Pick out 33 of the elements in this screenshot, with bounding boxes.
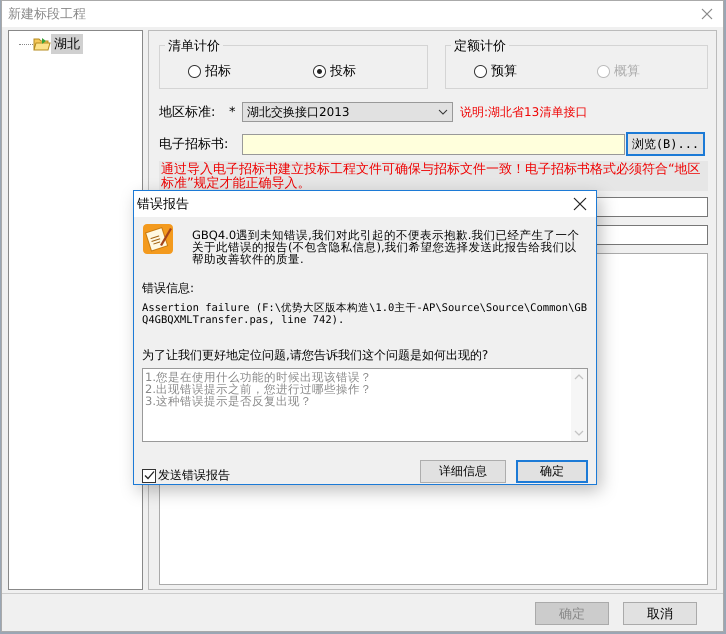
- group-title: 定额计价: [451, 37, 509, 55]
- required-mark: *: [229, 104, 236, 120]
- tree-item[interactable]: 湖北: [51, 34, 83, 54]
- radio-button[interactable]: 预算: [474, 62, 517, 80]
- group-title: 清单计价: [165, 37, 223, 55]
- field-label: 电子招标书:: [159, 136, 230, 153]
- question-text: 为了让我们更好地定位问题,请您告诉我们这个问题是如何出现的?: [142, 347, 490, 364]
- scrollbar[interactable]: [571, 369, 587, 441]
- chevron-icon: [438, 109, 448, 115]
- region-dropdown[interactable]: 湖北交换接口2013: [242, 102, 453, 122]
- folder-icon: [33, 36, 51, 52]
- close-icon[interactable]: [573, 197, 587, 211]
- checkbox-label[interactable]: 发送错误报告: [158, 467, 230, 484]
- error-details: Assertion failure (F:\优势大区版本构造\1.0主干-AP\Source\Source\Common\GBQ4GBQXMLTransfer.pas, line 742).: [142, 302, 588, 326]
- warning-text: 通过导入电子招标书建立投标工程文件可确保与招标文件一致！电子招标书格式必须符合“地区标准”规定才能正确导入。: [159, 161, 708, 191]
- checkbox[interactable]: [142, 468, 156, 482]
- field-label: 地区标准:: [159, 104, 216, 121]
- answer-box[interactable]: 1.您是在使用什么功能的时候出现该错误？ 2.出现错误提示之前，您进行过哪些操作？ 3.这种错误提示是否反复出现？: [142, 368, 588, 442]
- section-label: 错误信息:: [142, 280, 196, 297]
- dialog-button[interactable]: 详细信息: [420, 460, 506, 483]
- browse-button[interactable]: 浏览(B)...: [626, 132, 705, 156]
- dialog-title: 错误报告: [137, 196, 189, 213]
- notepad-icon: [142, 223, 174, 255]
- error-message: GBQ4.0遇到未知错误,我们对此引起的不便表示抱歉.我们已经产生了一个关于此错误的报告(不包含隐私信息),我们希望您选择发送此报告给我们以帮助改善软件的质量.: [192, 227, 580, 265]
- note-text: 说明:湖北省13清单接口: [460, 104, 588, 120]
- window-title: 新建标段工程: [8, 6, 86, 23]
- file-path-field[interactable]: [242, 134, 625, 154]
- dialog-button: 确定: [535, 602, 609, 625]
- dialog-button[interactable]: 确定: [516, 460, 588, 483]
- radio-button: 概算: [597, 62, 640, 80]
- radio-button[interactable]: 投标: [313, 62, 356, 80]
- dialog-button[interactable]: 取消: [623, 602, 697, 625]
- radio-button[interactable]: 招标: [188, 62, 231, 80]
